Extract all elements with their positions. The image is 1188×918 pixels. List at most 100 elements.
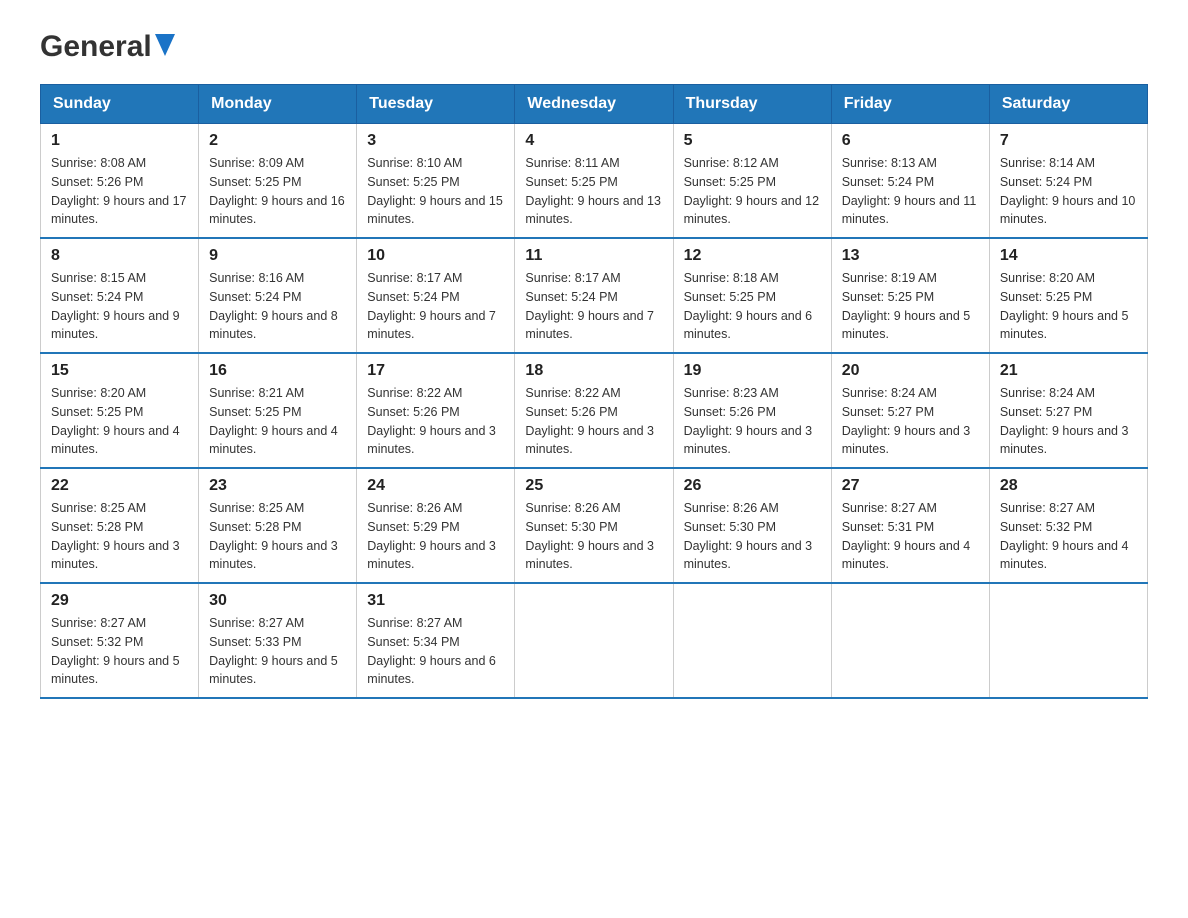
logo-general-text: General (40, 30, 152, 64)
day-number: 7 (1000, 132, 1137, 150)
day-info: Sunrise: 8:27 AMSunset: 5:32 PMDaylight:… (1000, 499, 1137, 574)
day-info: Sunrise: 8:22 AMSunset: 5:26 PMDaylight:… (367, 384, 504, 459)
calendar-cell: 4 Sunrise: 8:11 AMSunset: 5:25 PMDaylight… (515, 124, 673, 239)
day-info: Sunrise: 8:20 AMSunset: 5:25 PMDaylight:… (51, 384, 188, 459)
calendar-cell: 29 Sunrise: 8:27 AMSunset: 5:32 PMDayligh… (41, 583, 199, 698)
day-info: Sunrise: 8:26 AMSunset: 5:29 PMDaylight:… (367, 499, 504, 574)
day-number: 15 (51, 362, 188, 380)
calendar-cell: 17 Sunrise: 8:22 AMSunset: 5:26 PMDayligh… (357, 353, 515, 468)
calendar-cell: 26Sunrise: 8:26 AMSunset: 5:30 PMDayligh… (673, 468, 831, 583)
day-number: 2 (209, 132, 346, 150)
calendar-cell: 31Sunrise: 8:27 AMSunset: 5:34 PMDayligh… (357, 583, 515, 698)
day-info: Sunrise: 8:20 AMSunset: 5:25 PMDaylight:… (1000, 269, 1137, 344)
day-number: 9 (209, 247, 346, 265)
day-info: Sunrise: 8:23 AMSunset: 5:26 PMDaylight:… (684, 384, 821, 459)
day-info: Sunrise: 8:19 AMSunset: 5:25 PMDaylight:… (842, 269, 979, 344)
calendar-header-row: SundayMondayTuesdayWednesdayThursdayFrid… (41, 85, 1148, 124)
day-info: Sunrise: 8:08 AMSunset: 5:26 PMDaylight:… (51, 154, 188, 229)
calendar-cell: 9 Sunrise: 8:16 AMSunset: 5:24 PMDaylight… (199, 238, 357, 353)
day-number: 29 (51, 592, 188, 610)
calendar-cell: 2 Sunrise: 8:09 AMSunset: 5:25 PMDaylight… (199, 124, 357, 239)
day-info: Sunrise: 8:16 AMSunset: 5:24 PMDaylight:… (209, 269, 346, 344)
calendar-cell: 8 Sunrise: 8:15 AMSunset: 5:24 PMDaylight… (41, 238, 199, 353)
day-number: 31 (367, 592, 504, 610)
day-number: 1 (51, 132, 188, 150)
day-number: 5 (684, 132, 821, 150)
day-info: Sunrise: 8:10 AMSunset: 5:25 PMDaylight:… (367, 154, 504, 229)
calendar-header: SundayMondayTuesdayWednesdayThursdayFrid… (41, 85, 1148, 124)
calendar-weekday-monday: Monday (199, 85, 357, 124)
page-header: General (40, 30, 1148, 64)
calendar-cell: 20 Sunrise: 8:24 AMSunset: 5:27 PMDayligh… (831, 353, 989, 468)
day-number: 12 (684, 247, 821, 265)
calendar-body: 1 Sunrise: 8:08 AMSunset: 5:26 PMDaylight… (41, 124, 1148, 699)
day-info: Sunrise: 8:11 AMSunset: 5:25 PMDaylight:… (525, 154, 662, 229)
calendar-cell: 25Sunrise: 8:26 AMSunset: 5:30 PMDayligh… (515, 468, 673, 583)
day-number: 14 (1000, 247, 1137, 265)
calendar-weekday-tuesday: Tuesday (357, 85, 515, 124)
day-number: 30 (209, 592, 346, 610)
day-number: 11 (525, 247, 662, 265)
calendar-cell: 3Sunrise: 8:10 AMSunset: 5:25 PMDaylight… (357, 124, 515, 239)
calendar-cell: 14 Sunrise: 8:20 AMSunset: 5:25 PMDayligh… (989, 238, 1147, 353)
calendar-cell (989, 583, 1147, 698)
calendar-cell: 19 Sunrise: 8:23 AMSunset: 5:26 PMDayligh… (673, 353, 831, 468)
calendar-cell: 28 Sunrise: 8:27 AMSunset: 5:32 PMDayligh… (989, 468, 1147, 583)
calendar-cell: 12Sunrise: 8:18 AMSunset: 5:25 PMDayligh… (673, 238, 831, 353)
calendar-week-row: 1 Sunrise: 8:08 AMSunset: 5:26 PMDaylight… (41, 124, 1148, 239)
logo-arrow-icon (155, 34, 175, 61)
day-info: Sunrise: 8:25 AMSunset: 5:28 PMDaylight:… (209, 499, 346, 574)
calendar-week-row: 29 Sunrise: 8:27 AMSunset: 5:32 PMDayligh… (41, 583, 1148, 698)
calendar-cell: 1 Sunrise: 8:08 AMSunset: 5:26 PMDaylight… (41, 124, 199, 239)
calendar-cell: 24 Sunrise: 8:26 AMSunset: 5:29 PMDayligh… (357, 468, 515, 583)
day-number: 10 (367, 247, 504, 265)
day-info: Sunrise: 8:22 AMSunset: 5:26 PMDaylight:… (525, 384, 662, 459)
day-info: Sunrise: 8:27 AMSunset: 5:31 PMDaylight:… (842, 499, 979, 574)
calendar-cell: 6 Sunrise: 8:13 AMSunset: 5:24 PMDaylight… (831, 124, 989, 239)
day-number: 4 (525, 132, 662, 150)
calendar-cell: 23 Sunrise: 8:25 AMSunset: 5:28 PMDayligh… (199, 468, 357, 583)
calendar-cell: 13Sunrise: 8:19 AMSunset: 5:25 PMDayligh… (831, 238, 989, 353)
calendar-cell: 5 Sunrise: 8:12 AMSunset: 5:25 PMDaylight… (673, 124, 831, 239)
calendar-cell: 10 Sunrise: 8:17 AMSunset: 5:24 PMDayligh… (357, 238, 515, 353)
day-number: 23 (209, 477, 346, 495)
day-number: 8 (51, 247, 188, 265)
day-number: 18 (525, 362, 662, 380)
calendar-weekday-friday: Friday (831, 85, 989, 124)
day-number: 17 (367, 362, 504, 380)
calendar-table: SundayMondayTuesdayWednesdayThursdayFrid… (40, 84, 1148, 699)
day-info: Sunrise: 8:25 AMSunset: 5:28 PMDaylight:… (51, 499, 188, 574)
calendar-cell: 11 Sunrise: 8:17 AMSunset: 5:24 PMDayligh… (515, 238, 673, 353)
day-info: Sunrise: 8:26 AMSunset: 5:30 PMDaylight:… (684, 499, 821, 574)
calendar-cell: 30Sunrise: 8:27 AMSunset: 5:33 PMDayligh… (199, 583, 357, 698)
day-number: 6 (842, 132, 979, 150)
calendar-cell (673, 583, 831, 698)
calendar-week-row: 22Sunrise: 8:25 AMSunset: 5:28 PMDayligh… (41, 468, 1148, 583)
day-info: Sunrise: 8:13 AMSunset: 5:24 PMDaylight:… (842, 154, 979, 229)
calendar-cell: 27Sunrise: 8:27 AMSunset: 5:31 PMDayligh… (831, 468, 989, 583)
calendar-cell (515, 583, 673, 698)
day-info: Sunrise: 8:24 AMSunset: 5:27 PMDaylight:… (842, 384, 979, 459)
day-number: 20 (842, 362, 979, 380)
day-info: Sunrise: 8:27 AMSunset: 5:32 PMDaylight:… (51, 614, 188, 689)
day-info: Sunrise: 8:15 AMSunset: 5:24 PMDaylight:… (51, 269, 188, 344)
day-info: Sunrise: 8:17 AMSunset: 5:24 PMDaylight:… (525, 269, 662, 344)
day-number: 25 (525, 477, 662, 495)
day-number: 24 (367, 477, 504, 495)
calendar-weekday-wednesday: Wednesday (515, 85, 673, 124)
calendar-week-row: 15 Sunrise: 8:20 AMSunset: 5:25 PMDayligh… (41, 353, 1148, 468)
calendar-cell: 7Sunrise: 8:14 AMSunset: 5:24 PMDaylight… (989, 124, 1147, 239)
day-info: Sunrise: 8:09 AMSunset: 5:25 PMDaylight:… (209, 154, 346, 229)
day-info: Sunrise: 8:17 AMSunset: 5:24 PMDaylight:… (367, 269, 504, 344)
calendar-cell: 15 Sunrise: 8:20 AMSunset: 5:25 PMDayligh… (41, 353, 199, 468)
logo: General (40, 30, 175, 64)
day-info: Sunrise: 8:12 AMSunset: 5:25 PMDaylight:… (684, 154, 821, 229)
calendar-week-row: 8 Sunrise: 8:15 AMSunset: 5:24 PMDaylight… (41, 238, 1148, 353)
day-number: 16 (209, 362, 346, 380)
day-info: Sunrise: 8:21 AMSunset: 5:25 PMDaylight:… (209, 384, 346, 459)
day-number: 19 (684, 362, 821, 380)
day-number: 28 (1000, 477, 1137, 495)
day-number: 21 (1000, 362, 1137, 380)
calendar-weekday-saturday: Saturday (989, 85, 1147, 124)
calendar-cell: 22Sunrise: 8:25 AMSunset: 5:28 PMDayligh… (41, 468, 199, 583)
